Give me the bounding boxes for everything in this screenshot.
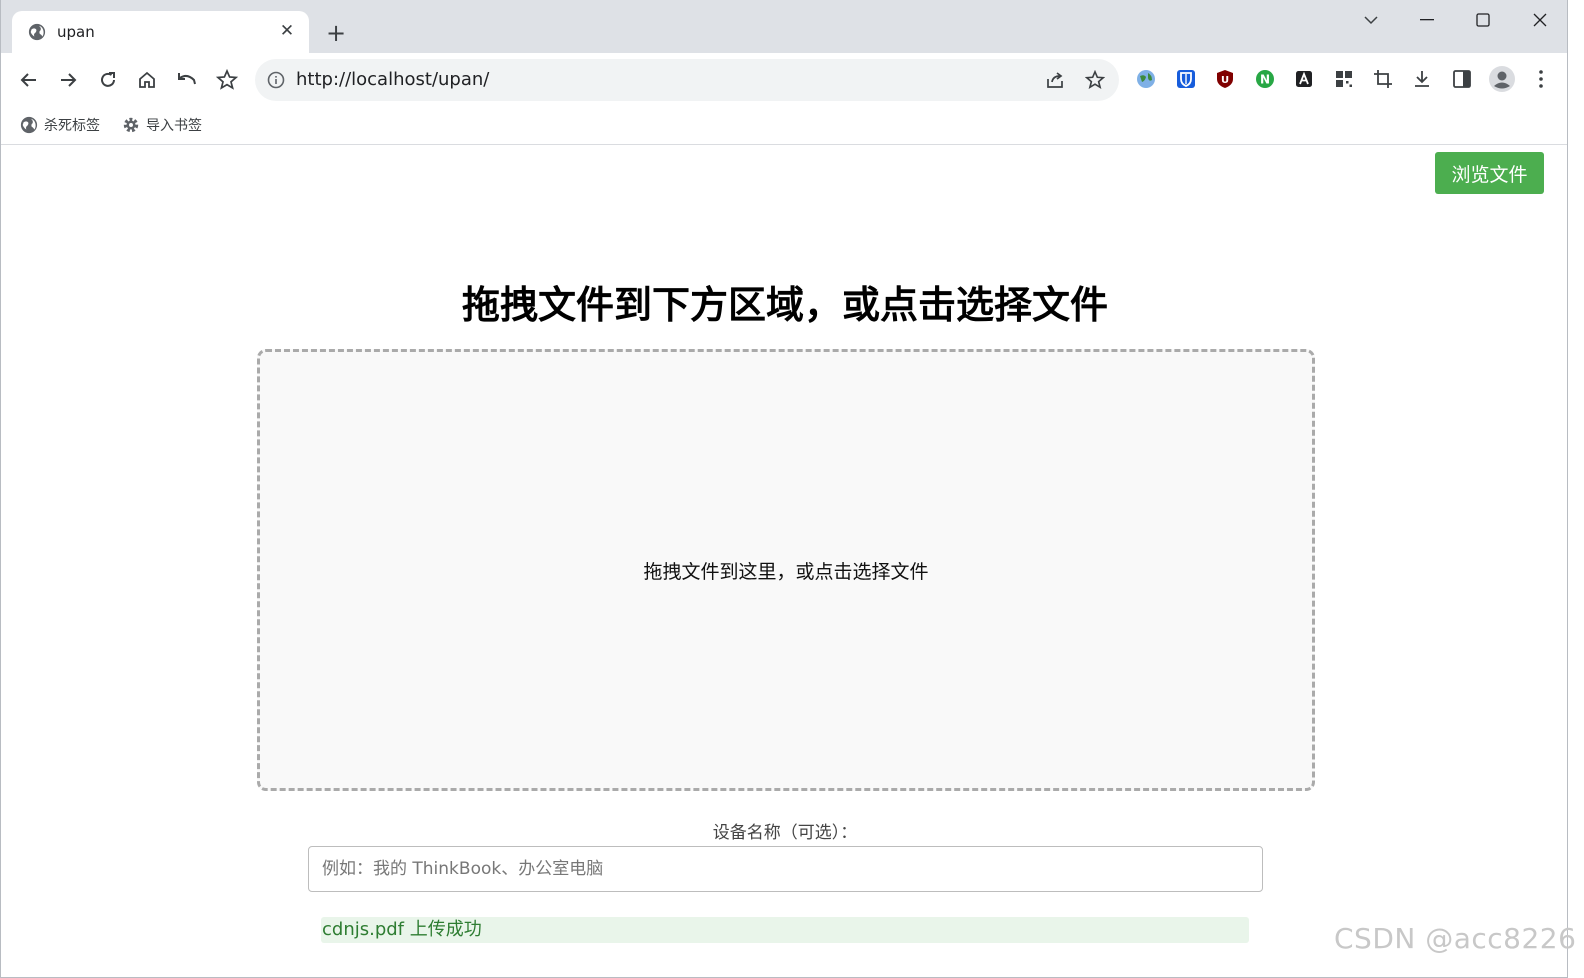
bookmark-label: 杀死标签 <box>44 118 100 134</box>
browser-toolbar: http://localhost/upan/ U N <box>1 53 1567 106</box>
page-title: 拖拽文件到下方区域，或点击选择文件 <box>461 283 1108 327</box>
device-name-input[interactable] <box>308 846 1263 892</box>
kebab-menu-icon[interactable] <box>1530 68 1552 90</box>
back-arrow-icon[interactable] <box>15 66 43 94</box>
qr-grid-icon[interactable] <box>1333 68 1355 90</box>
globe-icon <box>28 23 46 41</box>
ublock-icon[interactable]: U <box>1214 68 1236 90</box>
bookmarks-bar: 杀死标签 导入书签 <box>1 106 1567 145</box>
new-tab-button[interactable]: + <box>323 19 349 47</box>
undo-icon[interactable] <box>173 66 201 94</box>
tab-strip: upan ✕ + <box>1 0 1567 53</box>
bookmark-kill-tabs[interactable]: 杀死标签 <box>20 114 100 136</box>
svg-text:U: U <box>1221 75 1229 86</box>
tab-search-icon[interactable] <box>1357 8 1385 32</box>
bookmark-import[interactable]: 导入书签 <box>122 114 202 136</box>
browse-files-button[interactable]: 浏览文件 <box>1435 152 1544 194</box>
dropzone-text: 拖拽文件到这里，或点击选择文件 <box>643 560 929 583</box>
page-viewport: 浏览文件 拖拽文件到下方区域，或点击选择文件 拖拽文件到这里，或点击选择文件 设… <box>1 146 1567 977</box>
globe-extension-icon[interactable] <box>1135 68 1157 90</box>
file-dropzone[interactable]: 拖拽文件到这里，或点击选择文件 <box>257 349 1315 791</box>
bookmark-star-icon[interactable] <box>213 66 241 94</box>
upload-status-message: cdnjs.pdf 上传成功 <box>321 917 1249 943</box>
download-icon[interactable] <box>1411 68 1433 90</box>
watermark: CSDN @acc8226 <box>1334 922 1577 955</box>
side-panel-icon[interactable] <box>1451 68 1473 90</box>
forward-arrow-icon[interactable] <box>54 66 82 94</box>
gear-icon <box>123 117 139 133</box>
bookmark-label: 导入书签 <box>146 118 202 134</box>
reload-icon[interactable] <box>94 66 122 94</box>
close-window-icon[interactable] <box>1526 8 1554 32</box>
bitwarden-icon[interactable] <box>1175 68 1197 90</box>
star-icon[interactable] <box>1085 70 1105 90</box>
browser-tab[interactable]: upan ✕ <box>12 11 309 53</box>
address-bar[interactable]: http://localhost/upan/ <box>255 59 1119 101</box>
device-name-label: 设备名称（可选）： <box>712 823 858 843</box>
n-extension-icon[interactable]: N <box>1254 68 1276 90</box>
close-tab-icon[interactable]: ✕ <box>277 21 297 41</box>
globe-icon <box>20 116 38 134</box>
a-extension-icon[interactable] <box>1293 68 1315 90</box>
crop-icon[interactable] <box>1372 68 1394 90</box>
minimize-icon[interactable] <box>1413 8 1441 32</box>
profile-avatar-icon[interactable] <box>1488 65 1516 93</box>
site-info-icon[interactable] <box>267 71 285 89</box>
share-icon[interactable] <box>1045 70 1065 90</box>
svg-text:N: N <box>1260 73 1270 87</box>
maximize-icon[interactable] <box>1469 8 1497 32</box>
browser-window: upan ✕ + http://localhost/upan/ U N 杀死标签… <box>0 0 1568 978</box>
tab-title: upan <box>57 23 95 41</box>
url-text[interactable]: http://localhost/upan/ <box>296 69 489 90</box>
home-icon[interactable] <box>133 66 161 94</box>
